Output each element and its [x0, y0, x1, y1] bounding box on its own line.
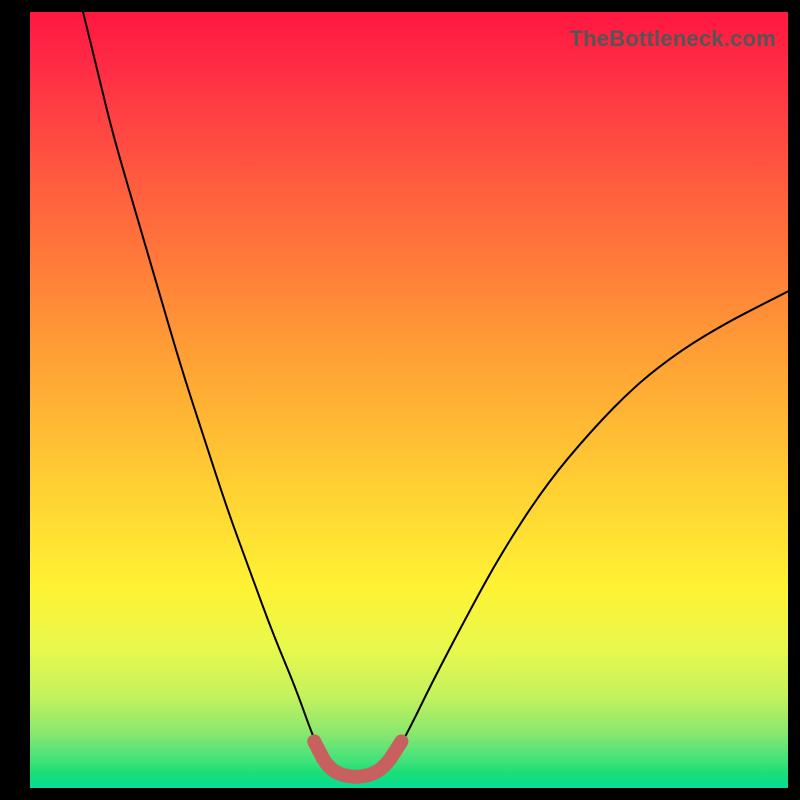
curve-right-branch: [394, 291, 788, 757]
curve-svg: [30, 12, 788, 788]
chart-frame: TheBottleneck.com: [0, 0, 800, 800]
plot-area: TheBottleneck.com: [30, 12, 788, 788]
curve-highlight: [314, 741, 401, 776]
curve-left-branch: [83, 12, 322, 757]
